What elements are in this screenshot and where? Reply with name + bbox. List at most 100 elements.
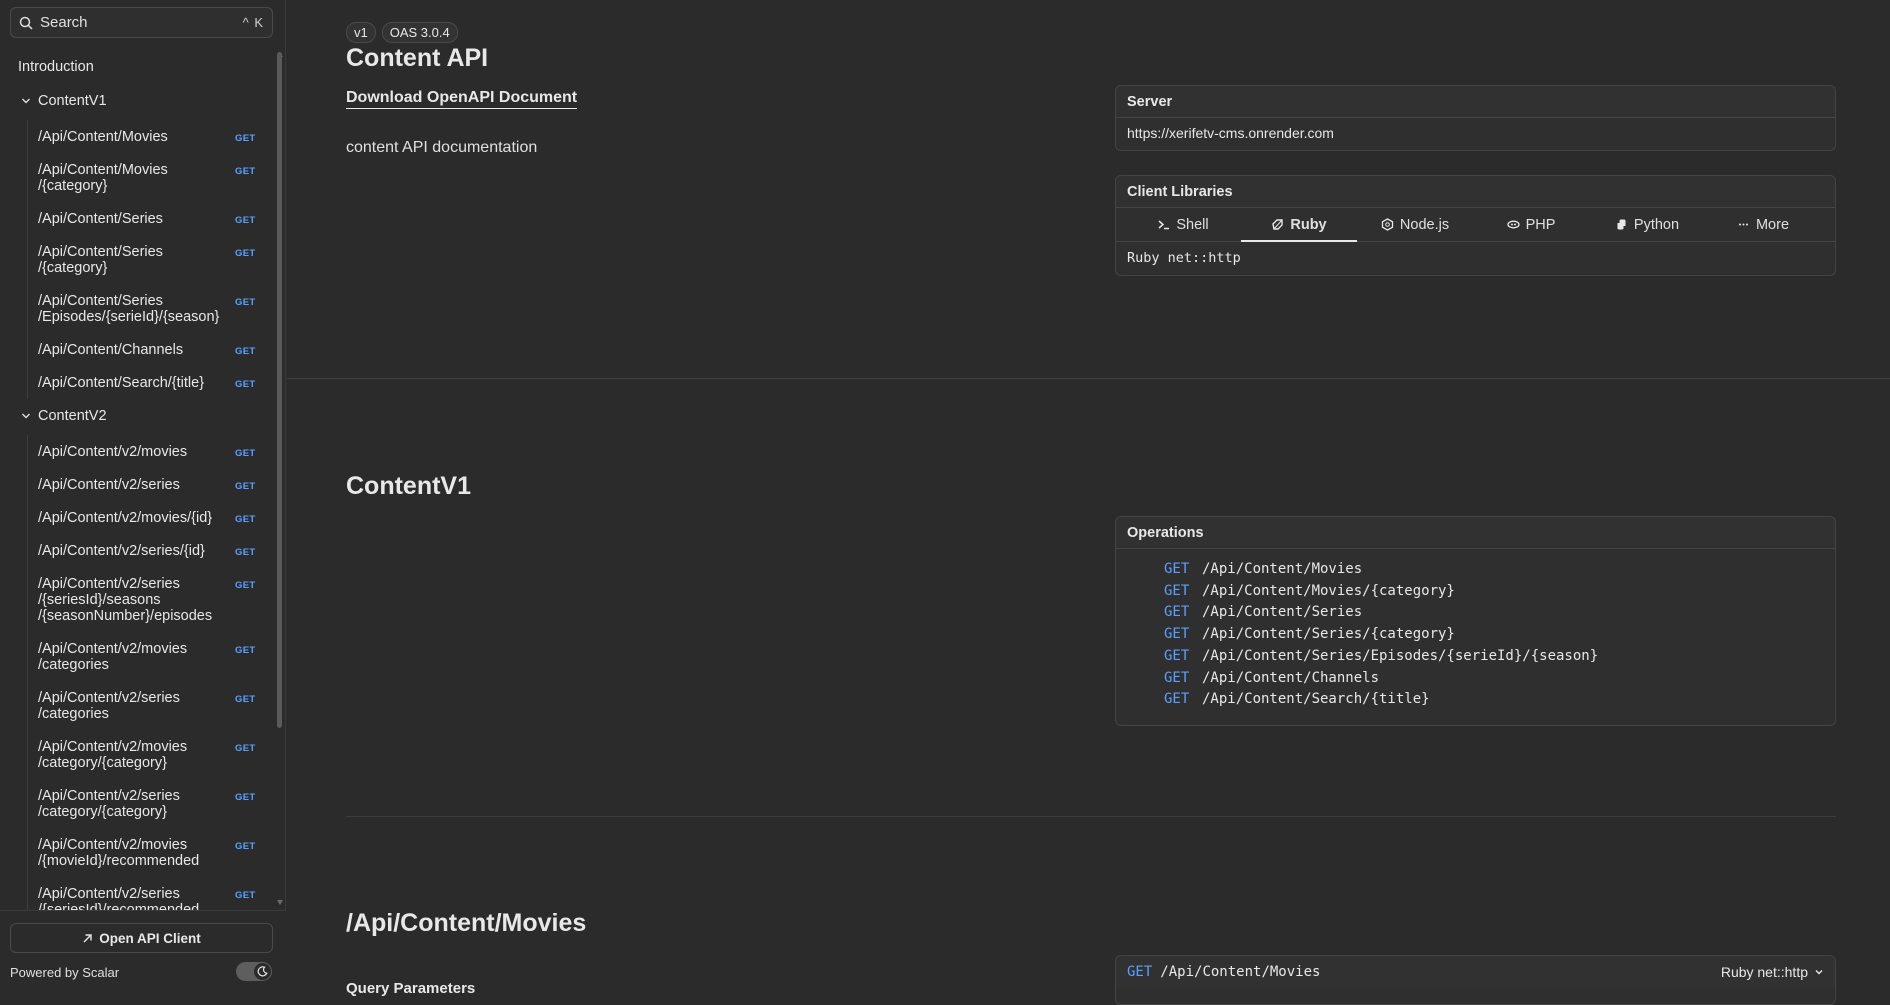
- tab-label: More: [1755, 216, 1790, 233]
- open-api-client-label: Open API Client: [99, 930, 201, 946]
- server-url[interactable]: https://xerifetv-cms.onrender.com: [1116, 118, 1835, 148]
- operations-list: GET/Api/Content/Movies GET/Api/Content/Mo…: [1116, 549, 1835, 711]
- operation-method: GET: [1164, 626, 1190, 643]
- operation-method: GET: [1164, 582, 1190, 599]
- scrollbar-down-arrow[interactable]: [277, 900, 283, 905]
- sidebar-item-label: /Api/Content/Series /Episodes/{serieId}/…: [38, 293, 220, 325]
- version-badge: v1: [346, 22, 376, 43]
- version-badges: v1 OAS 3.0.4: [346, 22, 458, 43]
- request-language-label: Ruby net::http: [1720, 964, 1808, 980]
- api-description: content API documentation: [346, 139, 538, 156]
- sidebar-item-endpoint[interactable]: /Api/Content/v2/series GET: [0, 468, 276, 501]
- sidebar-item-endpoint[interactable]: /Api/Content/Series /Episodes/{serieId}/…: [0, 284, 276, 333]
- chevron-down-icon: [1815, 970, 1823, 975]
- query-parameters-heading: Query Parameters: [346, 980, 476, 997]
- sidebar-group-label: ContentV1: [38, 93, 107, 109]
- search-input[interactable]: Search ^ K: [10, 7, 273, 38]
- operation-method: GET: [1164, 691, 1190, 708]
- sidebar-item-introduction[interactable]: Introduction: [0, 50, 276, 84]
- tab-label: Node.js: [1399, 216, 1450, 233]
- method-badge: GET: [235, 645, 256, 656]
- sidebar-item-endpoint[interactable]: /Api/Content/v2/movies /category/{catego…: [0, 730, 276, 779]
- nodejs-icon: [1381, 218, 1394, 231]
- client-libraries-heading: Client Libraries: [1116, 176, 1835, 208]
- operation-link[interactable]: GET/Api/Content/Channels: [1164, 668, 1835, 690]
- tab-nodejs[interactable]: Node.js: [1357, 208, 1473, 241]
- method-badge: GET: [235, 166, 256, 177]
- section-divider: [346, 816, 1836, 817]
- sidebar-item-endpoint[interactable]: /Api/Content/v2/series /category/{catego…: [0, 779, 276, 828]
- tab-shell[interactable]: Shell: [1125, 208, 1241, 241]
- sidebar-item-label: /Api/Content/v2/series/{id}: [38, 543, 205, 559]
- tab-ruby[interactable]: Ruby: [1241, 208, 1357, 242]
- sidebar-item-endpoint[interactable]: /Api/Content/v2/series /{seriesId}/recom…: [0, 877, 276, 910]
- dark-mode-toggle[interactable]: [236, 962, 272, 981]
- client-tabs: Shell Ruby Node.js PHP Python More: [1116, 208, 1835, 242]
- sidebar-item-label: /Api/Content/v2/series /{seriesId}/recom…: [38, 886, 200, 910]
- operation-path: /Api/Content/Series/{category}: [1202, 626, 1455, 643]
- tab-python[interactable]: Python: [1589, 208, 1705, 241]
- tab-label: Python: [1633, 216, 1680, 233]
- operation-link[interactable]: GET/Api/Content/Series/Episodes/{serieId…: [1164, 646, 1835, 668]
- request-method: GET: [1127, 964, 1153, 980]
- tab-php[interactable]: PHP: [1473, 208, 1589, 241]
- method-badge: GET: [235, 248, 256, 259]
- selected-client: Ruby net::http: [1127, 250, 1241, 266]
- request-language-select[interactable]: Ruby net::http: [1721, 964, 1824, 980]
- operation-method: GET: [1164, 561, 1190, 577]
- sidebar-item-endpoint[interactable]: /Api/Content/v2/movies GET: [0, 435, 276, 468]
- python-icon: [1615, 218, 1628, 231]
- sidebar-item-label: /Api/Content/v2/series /{seriesId}/seaso…: [38, 576, 213, 624]
- page-title: Content API: [346, 44, 489, 72]
- method-badge: GET: [235, 743, 256, 754]
- sidebar-item-endpoint[interactable]: /Api/Content/v2/movies/{id} GET: [0, 501, 276, 534]
- sidebar-item-endpoint[interactable]: /Api/Content/v2/series /categories GET: [0, 681, 276, 730]
- method-badge: GET: [235, 694, 256, 705]
- sidebar-item-endpoint[interactable]: /Api/Content/v2/series/{id} GET: [0, 534, 276, 567]
- method-badge: GET: [235, 580, 256, 591]
- tab-more[interactable]: More: [1705, 208, 1821, 241]
- method-badge: GET: [235, 133, 256, 144]
- open-api-client-button[interactable]: Open API Client: [10, 923, 273, 953]
- sidebar-item-endpoint[interactable]: /Api/Content/Movies /{category} GET: [0, 153, 276, 202]
- sidebar-scrollbar[interactable]: [277, 52, 282, 728]
- section-title: ContentV1: [346, 472, 471, 500]
- endpoint-title: /Api/Content/Movies: [346, 909, 587, 937]
- sidebar-group-contentv1[interactable]: ContentV1: [0, 84, 276, 120]
- operation-link[interactable]: GET/Api/Content/Movies/{category}: [1164, 581, 1835, 603]
- sidebar-item-endpoint[interactable]: /Api/Content/Channels GET: [0, 333, 276, 366]
- sidebar-item-label: /Api/Content/Movies /{category}: [38, 162, 168, 194]
- method-badge: GET: [235, 547, 256, 558]
- sidebar-item-endpoint[interactable]: /Api/Content/v2/movies /categories GET: [0, 632, 276, 681]
- sidebar-item-label: Introduction: [18, 59, 94, 75]
- sidebar-item-endpoint[interactable]: /Api/Content/Series GET: [0, 202, 276, 235]
- method-badge: GET: [235, 514, 256, 525]
- operation-path: /Api/Content/Movies: [1202, 561, 1363, 577]
- operation-link[interactable]: GET/Api/Content/Movies: [1164, 559, 1835, 581]
- sidebar-item-endpoint[interactable]: /Api/Content/Search/{title} GET: [0, 366, 276, 399]
- sidebar-item-endpoint[interactable]: /Api/Content/v2/movies /{movieId}/recomm…: [0, 828, 276, 877]
- sidebar-item-label: /Api/Content/Movies: [38, 129, 168, 145]
- arrow-up-right-icon: [83, 933, 92, 942]
- sidebar-item-label: /Api/Content/Series /{category}: [38, 244, 163, 276]
- operation-link[interactable]: GET/Api/Content/Search/{title}: [1164, 689, 1835, 711]
- powered-by-link[interactable]: Powered by Scalar: [10, 965, 119, 980]
- client-libraries-card: Client Libraries Shell Ruby Node.js PHP Pyth…: [1115, 175, 1836, 276]
- operation-method: GET: [1164, 669, 1190, 686]
- method-badge: GET: [235, 841, 256, 852]
- sidebar-item-label: /Api/Content/v2/series: [38, 477, 180, 493]
- sidebar-group-contentv2[interactable]: ContentV2: [0, 399, 276, 435]
- sidebar-item-endpoint[interactable]: /Api/Content/v2/series /{seriesId}/seaso…: [0, 567, 276, 632]
- method-badge: GET: [235, 448, 256, 459]
- sidebar-item-label: /Api/Content/v2/movies/{id}: [38, 510, 213, 526]
- method-badge: GET: [235, 379, 256, 390]
- download-openapi-link[interactable]: Download OpenAPI Document: [346, 89, 578, 109]
- more-icon: [1737, 218, 1750, 231]
- sidebar-item-endpoint[interactable]: /Api/Content/Movies GET: [0, 120, 276, 153]
- operation-link[interactable]: GET/Api/Content/Series/{category}: [1164, 624, 1835, 646]
- terminal-icon: [1157, 218, 1170, 231]
- operation-link[interactable]: GET/Api/Content/Series: [1164, 602, 1835, 624]
- method-badge: GET: [235, 890, 256, 901]
- method-badge: GET: [235, 215, 256, 226]
- sidebar-item-endpoint[interactable]: /Api/Content/Series /{category} GET: [0, 235, 276, 284]
